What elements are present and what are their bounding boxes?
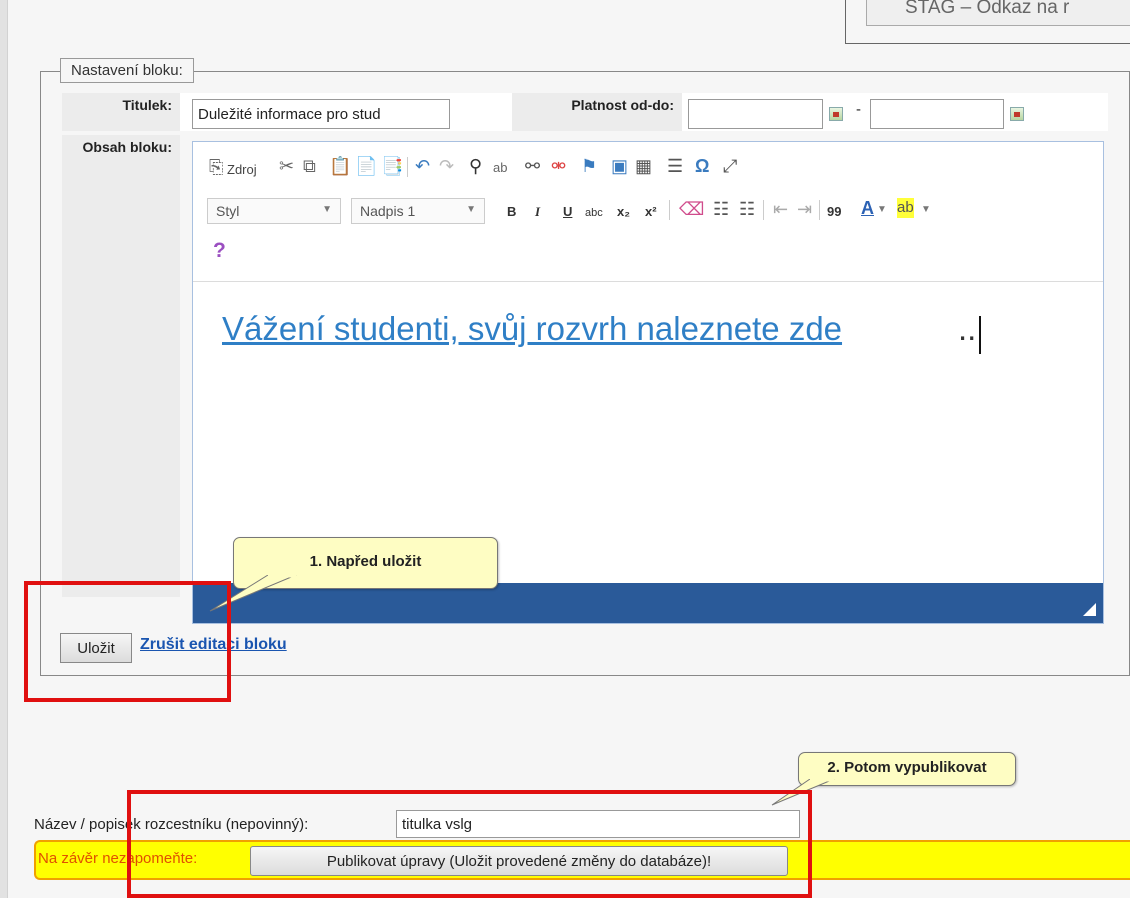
chevron-down-icon: ▼ <box>322 204 332 215</box>
bold-button[interactable]: B <box>507 202 516 222</box>
editor-statusbar <box>193 583 1103 623</box>
resize-handle-icon[interactable] <box>1083 603 1096 616</box>
toolbar-separator <box>669 200 670 220</box>
subscript-button[interactable]: x₂ <box>617 202 630 222</box>
format-select-value: Nadpis 1 <box>360 203 416 219</box>
editor-toolbar: ⎘ Zdroj ✂ ⧉ 📋 📄 📑 ↶ ↷ ⚲ ab ⚯ ⚮ ⚑ ▣ ▦ ☰ Ω… <box>193 142 1103 282</box>
editor-content-trailing: .. <box>958 310 977 347</box>
editor-content-link[interactable]: Vážení studenti, svůj rozvrh naleznete z… <box>222 310 842 348</box>
help-button[interactable]: ? <box>213 240 226 261</box>
style-select-value: Styl <box>216 203 240 219</box>
style-select[interactable]: Styl ▼ <box>207 198 341 224</box>
cut-icon[interactable]: ✂ <box>279 156 294 176</box>
title-label: Titulek: <box>62 93 180 131</box>
font-color-button[interactable]: A <box>861 198 874 218</box>
highlight-publish-box <box>127 790 812 898</box>
superscript-button[interactable]: x² <box>645 202 657 222</box>
highlight-save-box <box>24 581 231 702</box>
undo-icon[interactable]: ↶ <box>415 156 430 176</box>
calendar-from-icon[interactable] <box>829 107 843 121</box>
link-icon[interactable]: ⚯ <box>525 156 540 176</box>
validity-to-input[interactable] <box>870 99 1004 129</box>
top-right-panel-text: STAG – Odkaz na r <box>905 0 1070 18</box>
chevron-down-icon: ▼ <box>921 204 931 215</box>
text-caret <box>979 316 981 354</box>
paste-icon[interactable]: 📋 <box>329 156 351 176</box>
title-input[interactable] <box>192 99 450 129</box>
source-icon[interactable]: ⎘ <box>209 157 223 177</box>
horizontal-line-icon[interactable]: ☰ <box>667 156 683 176</box>
unlink-icon[interactable]: ⚮ <box>551 156 566 176</box>
indent-icon[interactable]: ⇥ <box>797 199 812 219</box>
anchor-flag-icon[interactable]: ⚑ <box>581 156 597 176</box>
toolbar-separator <box>407 157 408 177</box>
content-label: Obsah bloku: <box>62 135 180 597</box>
find-icon[interactable]: ⚲ <box>469 156 482 176</box>
left-edge-strip <box>0 0 8 898</box>
paste-word-icon[interactable]: 📑 <box>381 156 403 176</box>
block-settings-legend: Nastavení bloku: <box>60 58 194 83</box>
copy-icon[interactable]: ⧉ <box>303 156 316 176</box>
italic-button[interactable]: I <box>535 202 540 222</box>
outdent-icon[interactable]: ⇤ <box>773 199 788 219</box>
redo-icon[interactable]: ↷ <box>439 156 454 176</box>
table-icon[interactable]: ▦ <box>635 156 652 176</box>
numbered-list-icon[interactable]: ☷ <box>713 199 729 219</box>
strikethrough-button[interactable]: abc <box>585 203 603 223</box>
special-char-icon[interactable]: Ω <box>695 156 709 176</box>
calendar-to-icon[interactable] <box>1010 107 1024 121</box>
validity-label: Platnost od-do: <box>512 93 682 131</box>
paste-text-icon[interactable]: 📄 <box>355 156 377 176</box>
image-icon[interactable]: ▣ <box>611 156 628 176</box>
format-select[interactable]: Nadpis 1 ▼ <box>351 198 485 224</box>
toolbar-separator <box>763 200 764 220</box>
replace-icon[interactable]: ab <box>493 158 507 178</box>
bulleted-list-icon[interactable]: ☷ <box>739 199 755 219</box>
chevron-down-icon: ▼ <box>466 204 476 215</box>
maximize-icon[interactable]: ⤢ <box>723 156 737 176</box>
validity-from-input[interactable] <box>688 99 823 129</box>
chevron-down-icon: ▼ <box>877 204 887 215</box>
validity-dash: - <box>856 101 861 118</box>
source-button[interactable]: Zdroj <box>227 160 257 180</box>
underline-button[interactable]: U <box>563 202 572 222</box>
toolbar-separator <box>819 200 820 220</box>
remove-format-icon[interactable]: ⌫ <box>679 199 704 219</box>
background-color-icon[interactable]: ab <box>897 198 914 218</box>
blockquote-button[interactable]: 99 <box>827 202 841 222</box>
